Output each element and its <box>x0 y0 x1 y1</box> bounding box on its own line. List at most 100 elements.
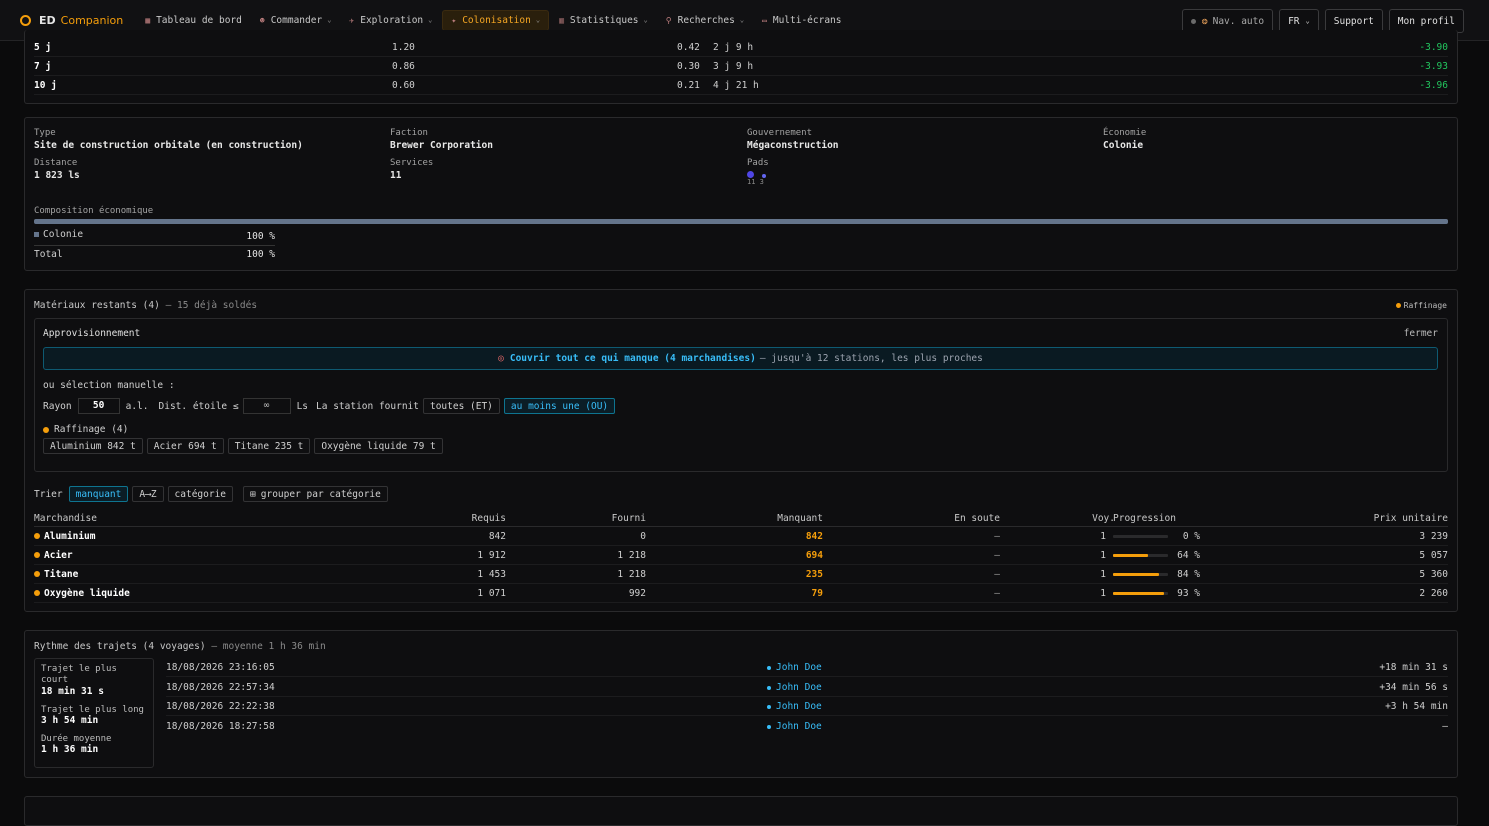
materials-header: Matériaux restants (4) — 15 déjà soldés <box>34 300 257 311</box>
progress-bar <box>1113 573 1168 576</box>
close-supply-link[interactable]: fermer <box>1404 328 1438 339</box>
commodity-chip[interactable]: Oxygène liquide 79 t <box>314 438 443 454</box>
material-row[interactable]: Acier 1 912 1 218 694 – 1 64 % 5 057 <box>34 546 1448 565</box>
commodity-chip[interactable]: Titane 235 t <box>227 438 311 454</box>
star-distance-unit: Ls <box>296 400 309 412</box>
sort-missing-option[interactable]: manquant <box>68 486 129 502</box>
col-price[interactable]: Prix unitaire <box>1374 513 1448 524</box>
composition-total-pct: 100 % <box>246 249 275 260</box>
material-row[interactable]: Aluminium 842 0 842 – 1 0 % 3 239 <box>34 527 1448 546</box>
group-by-category-toggle[interactable]: ⊞ grouper par catégorie <box>243 486 388 502</box>
nav-items: ▦ Tableau de bord ☻ Commander ⌄ ✈ Exploration ⌄… <box>137 9 851 31</box>
sort-category-option[interactable]: catégorie <box>167 486 234 502</box>
radius-label: Rayon <box>43 400 72 412</box>
raffinage-dot-icon <box>34 533 40 539</box>
nav-item-commander[interactable]: ☻ Commander ⌄ <box>252 10 340 31</box>
forecast-rate: 1.20 <box>392 42 415 53</box>
pads-value: 11 3 <box>747 178 764 186</box>
legend-label: Raffinage <box>1403 301 1447 310</box>
progress-label: 84 % <box>1177 569 1200 580</box>
nav-item-exploration[interactable]: ✈ Exploration ⌄ <box>341 10 440 31</box>
trips-value: 1 <box>1100 569 1106 580</box>
missing-value: 79 <box>811 588 823 599</box>
pilot-link[interactable]: John Doe <box>767 662 822 673</box>
dashboard-icon: ▦ <box>145 15 151 25</box>
composition-total-label: Total <box>34 249 63 260</box>
longest-value: 3 h 54 min <box>41 715 99 726</box>
progress-bar-fill <box>1113 573 1160 576</box>
trip-delta: +18 min 31 s <box>1379 662 1448 673</box>
price-value: 2 260 <box>1419 588 1448 599</box>
pilot-dot-icon <box>767 724 771 729</box>
pilot-link[interactable]: John Doe <box>767 682 822 693</box>
status-dot-icon <box>1190 18 1196 24</box>
price-value: 5 360 <box>1419 569 1448 580</box>
logo-text: ED <box>39 13 56 27</box>
forecast-ratio: 0.30 <box>677 61 700 72</box>
cover-all-button[interactable]: ◎ Couvrir tout ce qui manque (4 marchand… <box>43 347 1438 370</box>
pilot-link[interactable]: John Doe <box>767 701 822 712</box>
pilot-name: John Doe <box>776 662 822 673</box>
sort-alpha-option[interactable]: A⟶Z <box>132 486 164 502</box>
missing-value: 694 <box>805 550 823 561</box>
material-row[interactable]: Oxygène liquide 1 071 992 79 – 1 93 % 2 260 <box>34 584 1448 603</box>
group-by-label: grouper par catégorie <box>260 488 381 500</box>
radius-input[interactable]: 50 <box>77 398 120 414</box>
progress-bar <box>1113 592 1168 595</box>
rocket-icon: ❂ <box>1201 15 1208 27</box>
col-progress[interactable]: Progression <box>1113 513 1176 524</box>
col-commodity[interactable]: Marchandise <box>34 513 97 524</box>
required-value: 1 912 <box>477 550 506 561</box>
trip-row: 18/08/2026 18:27:58 John Doe – <box>166 717 1448 736</box>
colonisation-icon: ✦ <box>451 15 457 25</box>
nav-item-statistics[interactable]: ▥ Statistiques ⌄ <box>551 10 656 31</box>
raffinage-group-label: Raffinage (4) <box>43 424 128 435</box>
nav-item-multi-screen[interactable]: ▭ Multi-écrans <box>754 10 849 31</box>
multi-screen-icon: ▭ <box>762 15 767 25</box>
nav-item-colonisation[interactable]: ✦ Colonisation ⌄ <box>442 9 550 31</box>
app-logo[interactable]: ED Companion <box>20 14 123 27</box>
trip-delta: +34 min 56 s <box>1379 682 1448 693</box>
composition-label: Composition économique <box>34 206 154 216</box>
grid-icon: ⊞ <box>250 488 256 500</box>
col-provided[interactable]: Fourni <box>612 513 646 524</box>
col-missing[interactable]: Manquant <box>777 513 823 524</box>
commodity-chip[interactable]: Aluminium 842 t <box>43 438 143 454</box>
forecast-row: 7 j 0.86 0.30 3 j 9 h -3.93 <box>34 58 1448 76</box>
missing-value: 842 <box>805 531 823 542</box>
trip-delta: – <box>1442 721 1448 732</box>
progress-bar <box>1113 535 1168 538</box>
raffinage-dot-icon <box>34 571 40 577</box>
government-label: Gouvernement <box>747 128 813 138</box>
raffinage-dot-icon <box>34 590 40 596</box>
raffinage-group-text: Raffinage (4) <box>54 424 129 435</box>
col-trips[interactable]: Voy. <box>1092 513 1115 524</box>
trip-delta: +3 h 54 min <box>1385 701 1448 712</box>
commodity-name: Aluminium <box>44 531 96 542</box>
logo-text-accent: Companion <box>60 13 124 27</box>
col-required[interactable]: Requis <box>472 513 506 524</box>
material-row[interactable]: Titane 1 453 1 218 235 – 1 84 % 5 360 <box>34 565 1448 584</box>
composition-row: Colonie 100 % <box>34 229 275 246</box>
required-value: 842 <box>488 531 506 542</box>
materials-table-header: Marchandise Requis Fourni Manquant En so… <box>34 513 1448 527</box>
trip-row: 18/08/2026 22:57:34 John Doe +34 min 56 s <box>166 678 1448 697</box>
legend-raffinage: Raffinage <box>1395 301 1447 310</box>
provides-any-option[interactable]: au moins une (OU) <box>503 398 616 414</box>
required-value: 1 071 <box>477 588 506 599</box>
nav-item-dashboard[interactable]: ▦ Tableau de bord <box>137 10 250 31</box>
large-pad-icon <box>747 171 754 178</box>
economy-value: Colonie <box>1103 140 1144 151</box>
forecast-delta: -3.96 <box>1419 80 1448 91</box>
pads-label: Pads <box>747 158 769 168</box>
next-card <box>24 796 1458 826</box>
star-distance-input[interactable]: ∞ <box>242 398 291 414</box>
provides-all-option[interactable]: toutes (ET) <box>422 398 500 414</box>
pilot-link[interactable]: John Doe <box>767 721 822 732</box>
col-hold[interactable]: En soute <box>954 513 1000 524</box>
commodity-chip[interactable]: Acier 694 t <box>146 438 224 454</box>
trip-row: 18/08/2026 22:22:38 John Doe +3 h 54 min <box>166 697 1448 716</box>
forecast-rate: 0.60 <box>392 80 415 91</box>
nav-item-search[interactable]: ⚲ Recherches ⌄ <box>658 10 752 31</box>
price-value: 5 057 <box>1419 550 1448 561</box>
